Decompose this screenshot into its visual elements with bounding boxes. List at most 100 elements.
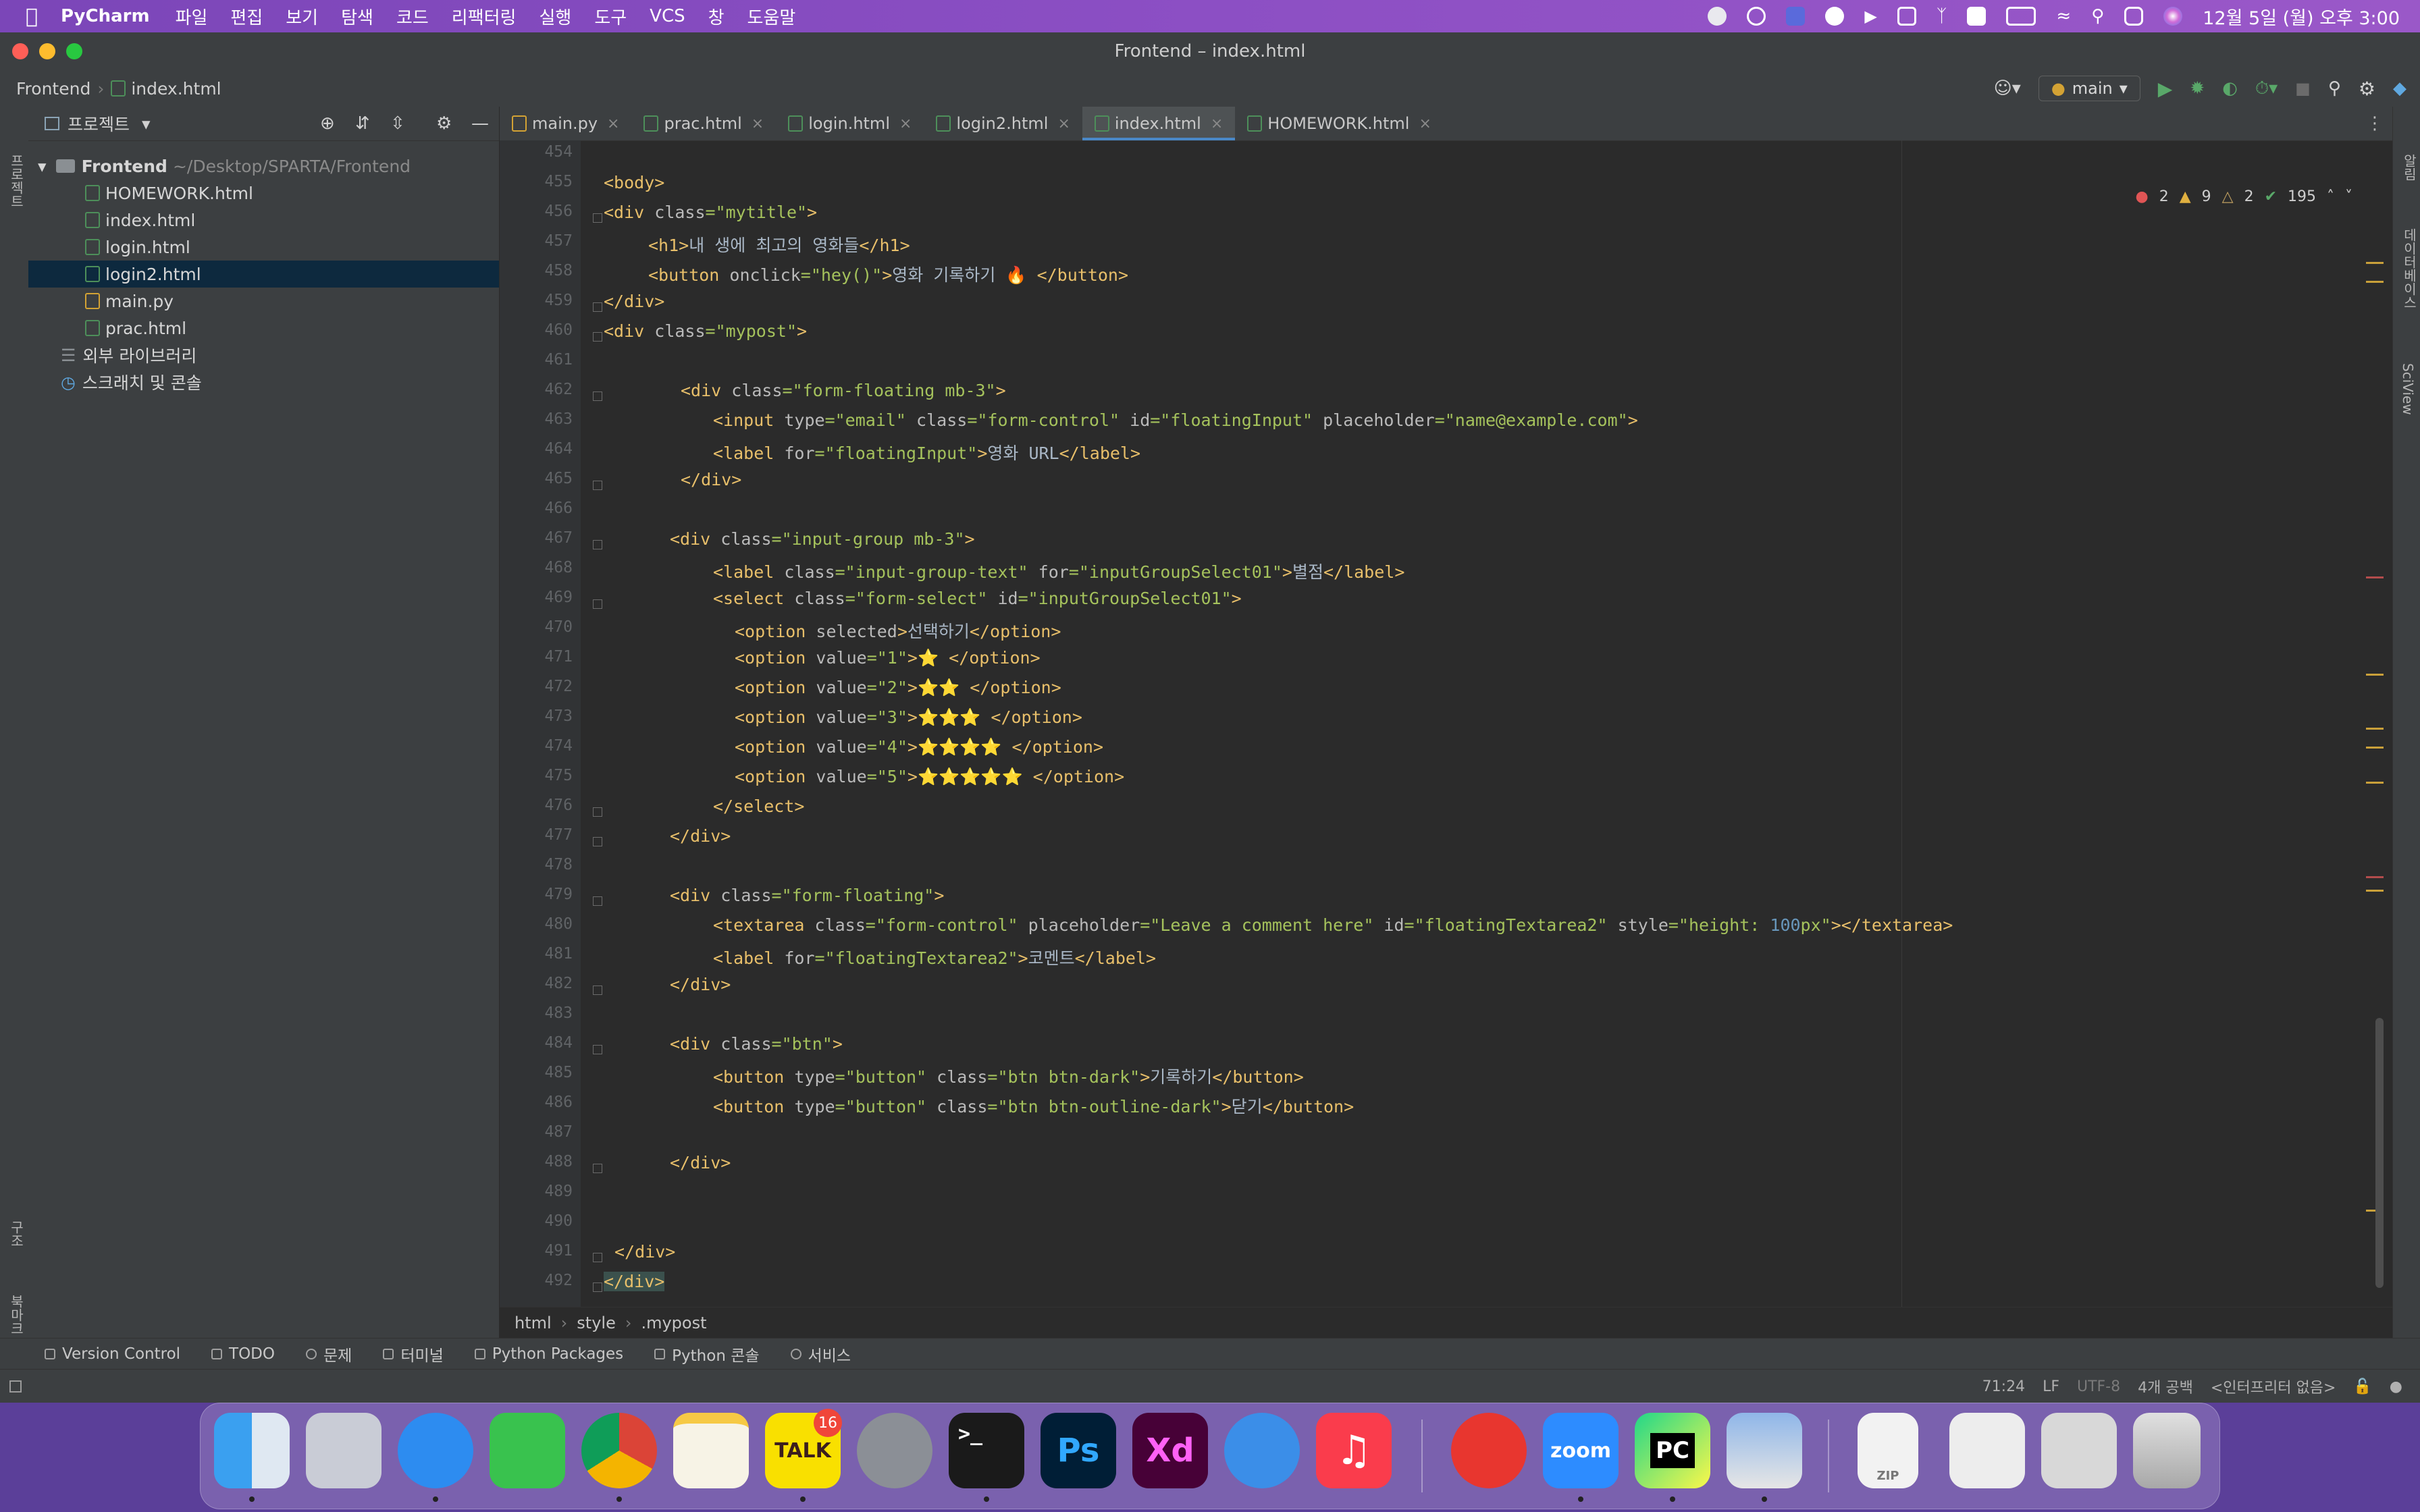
tab-overflow-menu-icon[interactable]: ⋮ xyxy=(2366,113,2384,134)
screenshot-stack-icon[interactable] xyxy=(2041,1413,2117,1488)
services-button[interactable]: 서비스 xyxy=(790,1343,851,1366)
menu-file[interactable]: 파일 xyxy=(176,4,208,29)
wifi-icon[interactable]: ≈ xyxy=(2056,6,2071,26)
tree-item-index-html[interactable]: index.html xyxy=(28,207,499,234)
messages-icon[interactable] xyxy=(490,1413,565,1488)
tree-item-scratches[interactable]: ◷ 스크래치 및 콘솔 xyxy=(28,369,499,396)
run-config-selector[interactable]: ● main ▾ xyxy=(2038,76,2140,101)
chevron-down-icon[interactable]: ▾ xyxy=(142,114,151,134)
close-window-button[interactable] xyxy=(12,43,28,59)
collapse-all-icon[interactable]: ⇳ xyxy=(390,113,405,134)
menu-view[interactable]: 보기 xyxy=(286,4,318,29)
menu-run[interactable]: 실행 xyxy=(539,4,571,29)
line-separator[interactable]: LF xyxy=(2043,1378,2059,1395)
warning-stripe-mark[interactable] xyxy=(2366,890,2384,892)
memory-indicator-icon[interactable]: ● xyxy=(2390,1378,2402,1395)
stop-icon[interactable]: ■ xyxy=(2295,79,2311,98)
close-tab-icon[interactable]: × xyxy=(752,115,764,132)
siri-icon[interactable] xyxy=(2163,7,2183,26)
structure-tool-button[interactable]: 구조 xyxy=(7,1220,26,1247)
menu-refactor[interactable]: 리팩터링 xyxy=(452,4,517,29)
inspection-widget[interactable]: ● 2 ▲ 9 △ 2 ✔ 195 ˄ ˅ xyxy=(2136,185,2352,208)
expand-all-icon[interactable]: ⇵ xyxy=(355,113,370,134)
zoom-window-button[interactable] xyxy=(66,43,82,59)
fold-marker[interactable] xyxy=(593,599,602,609)
menu-window[interactable]: 창 xyxy=(708,4,725,29)
bluetooth-icon[interactable]: ᛉ xyxy=(1937,6,1947,26)
database-tool-button[interactable]: 데이터베이스 xyxy=(2400,228,2419,309)
finder-icon[interactable] xyxy=(214,1413,290,1488)
tab-index-html[interactable]: index.html × xyxy=(1082,107,1236,140)
project-tool-button[interactable]: 프로젝트 xyxy=(7,154,26,208)
close-tab-icon[interactable]: × xyxy=(607,115,619,132)
close-tab-icon[interactable]: × xyxy=(1419,115,1431,132)
settings-gear-icon[interactable]: ⚙ xyxy=(2359,78,2375,100)
menu-navigate[interactable]: 탐색 xyxy=(341,4,373,29)
downloads-stack-icon[interactable] xyxy=(1949,1413,2025,1488)
notifications-tool-button[interactable]: 알림 xyxy=(2400,154,2419,181)
warning-stripe-mark[interactable] xyxy=(2366,262,2384,264)
screen-mirror-icon[interactable] xyxy=(1897,7,1916,26)
spotlight-search-icon[interactable]: ⚲ xyxy=(2091,6,2104,26)
lock-icon[interactable]: 🔓 xyxy=(2353,1378,2371,1395)
tree-root-folder[interactable]: ▾ Frontend ~/Desktop/SPARTA/Frontend xyxy=(28,153,499,180)
tree-item-prac-html[interactable]: prac.html xyxy=(28,315,499,342)
profile-icon[interactable]: ⏱▾ xyxy=(2255,78,2278,99)
caret-position[interactable]: 71:24 xyxy=(1982,1378,2025,1395)
tree-item-homework-html[interactable]: HOMEWORK.html xyxy=(28,180,499,207)
run-icon[interactable]: ▶ xyxy=(2158,78,2173,100)
warning-stripe-mark[interactable] xyxy=(2366,728,2384,730)
code-editor[interactable]: main.py × prac.html × login.html × login2.h… xyxy=(500,107,2393,1376)
error-stripe-mark[interactable] xyxy=(2366,876,2384,878)
version-control-button[interactable]: Version Control xyxy=(45,1345,180,1363)
indent-setting[interactable]: 4개 공백 xyxy=(2138,1376,2193,1397)
terminal-button[interactable]: 터미널 xyxy=(383,1343,444,1366)
chevron-up-icon[interactable]: ˄ xyxy=(2327,188,2334,205)
input-method-icon[interactable] xyxy=(1967,7,1987,26)
error-stripe-mark[interactable] xyxy=(2366,576,2384,578)
chrome-icon[interactable] xyxy=(581,1413,657,1488)
tree-item-login-html[interactable]: login.html xyxy=(28,234,499,261)
zoom-app-icon[interactable]: zoom xyxy=(1543,1413,1619,1488)
close-tab-icon[interactable]: × xyxy=(899,115,912,132)
menubar-clock[interactable]: 12월 5일 (월) 오후 3:00 xyxy=(2203,3,2400,30)
nav-project-crumb[interactable]: Frontend xyxy=(16,79,90,99)
tab-login-html[interactable]: login.html × xyxy=(776,107,924,140)
menu-edit[interactable]: 편집 xyxy=(230,4,263,29)
hide-panel-icon[interactable]: — xyxy=(471,113,489,134)
fold-marker[interactable] xyxy=(593,481,602,490)
nav-file-crumb[interactable]: index.html xyxy=(131,79,221,99)
minimize-window-button[interactable] xyxy=(39,43,55,59)
project-panel-title[interactable]: 프로젝트 xyxy=(68,111,130,136)
chat-status-icon[interactable] xyxy=(1825,7,1845,26)
creative-cloud-icon[interactable] xyxy=(1451,1413,1527,1488)
close-tab-icon[interactable]: × xyxy=(1057,115,1070,132)
tree-item-login2-html[interactable]: login2.html xyxy=(28,261,499,288)
coverage-icon[interactable]: ◐ xyxy=(2222,78,2238,99)
fold-marker[interactable] xyxy=(593,302,602,312)
safari-icon[interactable] xyxy=(398,1413,473,1488)
app-menu[interactable]: PyCharm xyxy=(61,6,150,26)
zip-file-icon[interactable]: ZIP xyxy=(1858,1413,1918,1488)
fold-marker[interactable] xyxy=(593,1282,602,1292)
warning-stripe-mark[interactable] xyxy=(2366,674,2384,676)
terminal-app-icon[interactable]: >_ xyxy=(949,1413,1024,1488)
warning-stripe-mark[interactable] xyxy=(2366,281,2384,283)
pycharm-dock-icon[interactable]: PC xyxy=(1635,1413,1710,1488)
apple-menu-icon[interactable]:  xyxy=(26,5,38,28)
tree-item-external-libraries[interactable]: ☰ 외부 라이브러리 xyxy=(28,342,499,369)
menu-help[interactable]: 도움말 xyxy=(747,4,796,29)
battery-icon[interactable] xyxy=(2006,7,2036,26)
fold-marker[interactable] xyxy=(593,1164,602,1173)
fold-marker[interactable] xyxy=(593,213,602,223)
crumb-style[interactable]: style xyxy=(577,1314,616,1332)
control-center-icon[interactable] xyxy=(2124,7,2144,26)
play-icon[interactable]: ▶ xyxy=(1864,7,1876,26)
locate-file-icon[interactable]: ⊕ xyxy=(320,113,335,134)
notes-icon[interactable] xyxy=(673,1413,749,1488)
warning-stripe-mark[interactable] xyxy=(2366,782,2384,784)
fold-marker[interactable] xyxy=(593,896,602,906)
user-account-icon[interactable]: ☺▾ xyxy=(1994,78,2021,99)
tab-login2-html[interactable]: login2.html × xyxy=(924,107,1082,140)
fold-marker[interactable] xyxy=(593,837,602,846)
